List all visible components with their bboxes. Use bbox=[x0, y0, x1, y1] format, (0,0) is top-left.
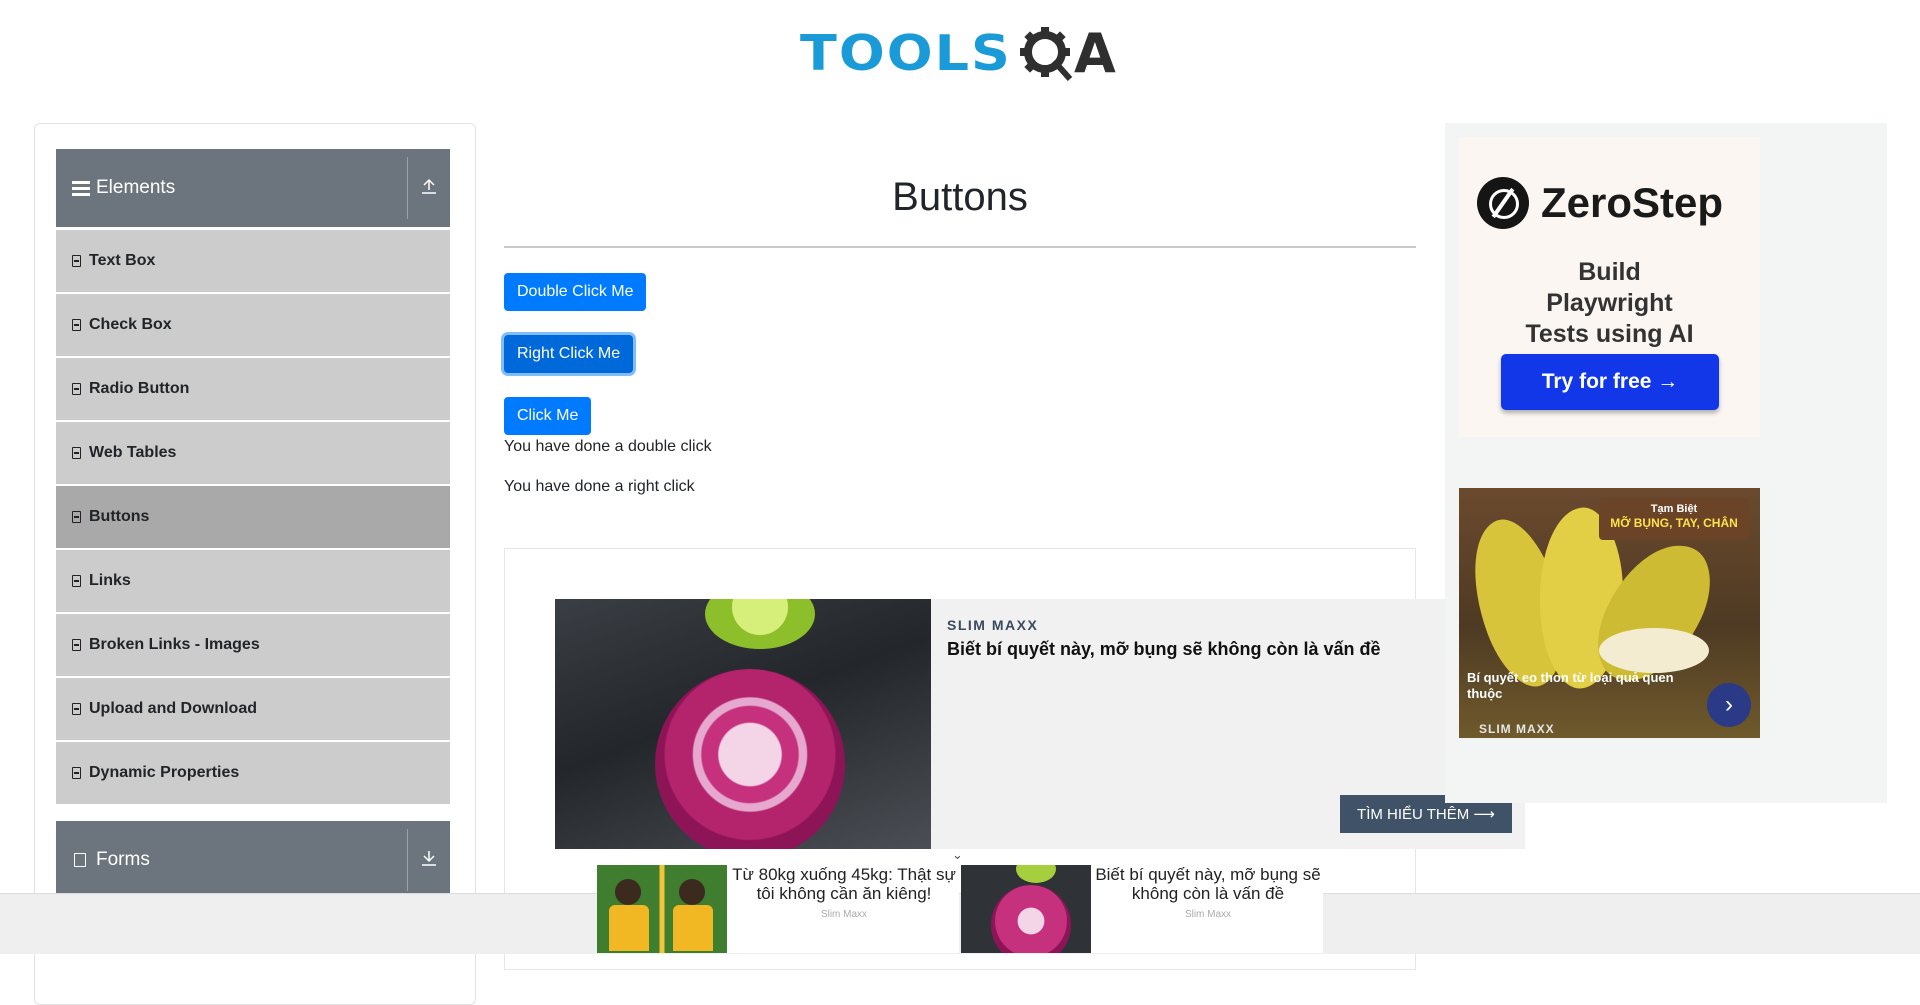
collapse-arrow-icon[interactable] bbox=[408, 177, 450, 200]
right-click-button[interactable]: Right Click Me bbox=[504, 335, 634, 373]
gear-q-icon bbox=[1019, 27, 1073, 81]
html5-icon bbox=[72, 767, 81, 779]
bottom-ad-bar bbox=[0, 893, 1920, 954]
forms-group-title: Forms bbox=[96, 849, 150, 870]
document-icon bbox=[74, 853, 86, 867]
html5-icon bbox=[72, 639, 81, 651]
bottom-ad-text: Từ 80kg xuống 45kg: Thật sự tôi không cầ… bbox=[732, 865, 956, 903]
zerostep-logo-icon bbox=[1477, 177, 1529, 229]
collapse-ad-chevron-icon[interactable]: ⌄ bbox=[952, 847, 963, 863]
chevron-right-icon[interactable]: › bbox=[1707, 683, 1751, 727]
onion-image bbox=[555, 599, 931, 849]
zerostep-subtitle: Build Playwright Tests using AI bbox=[1525, 258, 1694, 348]
sidebar-item-label: Dynamic Properties bbox=[89, 764, 240, 781]
html5-icon bbox=[72, 255, 81, 267]
banana-ad-caption: Bí quyết eo thon từ loại quả quen thuộc bbox=[1467, 670, 1674, 701]
logo-text-qa: A bbox=[1018, 22, 1116, 85]
sidebar-item-label: Upload and Download bbox=[89, 700, 257, 717]
sidebar-item-check-box[interactable]: Check Box bbox=[56, 294, 450, 358]
sidebar-item-links[interactable]: Links bbox=[56, 550, 450, 614]
bottom-ad-text: Biết bí quyết này, mỡ bụng sẽ không còn … bbox=[1095, 865, 1321, 903]
sidebar-item-label: Web Tables bbox=[89, 444, 177, 461]
elements-group-title: Elements bbox=[96, 177, 176, 198]
bottom-ad-brand: Slim Maxx bbox=[1184, 909, 1232, 920]
promo-ad[interactable]: SLIM MAXX Biết bí quyết này, mỡ bụng sẽ … bbox=[555, 599, 1525, 849]
html5-icon bbox=[72, 511, 81, 523]
try-for-free-button[interactable]: Try for free → bbox=[1501, 354, 1719, 410]
logo-text-tools: TOOLS bbox=[800, 24, 1012, 82]
bottom-ad-brand: Slim Maxx bbox=[820, 909, 868, 920]
html5-icon bbox=[72, 703, 81, 715]
sidebar-item-buttons[interactable]: Buttons bbox=[56, 486, 450, 550]
list-icon bbox=[72, 180, 90, 196]
page-title: Buttons bbox=[892, 175, 1028, 219]
html5-icon bbox=[72, 575, 81, 587]
html5-icon bbox=[72, 319, 81, 331]
bottom-ad-image bbox=[597, 865, 727, 953]
double-click-button[interactable]: Double Click Me bbox=[504, 273, 647, 311]
sidebar-item-label: Broken Links - Images bbox=[89, 636, 260, 653]
sidebar-item-broken-links[interactable]: Broken Links - Images bbox=[56, 614, 450, 678]
banana-ad[interactable]: Tạm Biệt MỠ BỤNG, TAY, CHÂN Bí quyết eo … bbox=[1459, 488, 1760, 738]
logo-letter-a: A bbox=[1073, 21, 1116, 85]
html5-icon bbox=[72, 447, 81, 459]
bottom-ad-2[interactable]: Biết bí quyết này, mỡ bụng sẽ không còn … bbox=[961, 863, 1323, 953]
zerostep-logo: ZeroStep bbox=[1477, 177, 1723, 229]
sidebar-item-upload-download[interactable]: Upload and Download bbox=[56, 678, 450, 742]
sidebar-item-radio-button[interactable]: Radio Button bbox=[56, 358, 450, 422]
bottom-ad-1[interactable]: Từ 80kg xuống 45kg: Thật sự tôi không cầ… bbox=[597, 863, 959, 953]
sign-line-2: MỠ BỤNG, TAY, CHÂN bbox=[1610, 516, 1738, 530]
sidebar-item-web-tables[interactable]: Web Tables bbox=[56, 422, 450, 486]
promo-brand: SLIM MAXX bbox=[947, 617, 1039, 633]
banana-ad-brand: SLIM MAXX bbox=[1479, 722, 1555, 736]
sidebar-item-label: Buttons bbox=[89, 508, 150, 525]
promo-headline[interactable]: Biết bí quyết này, mỡ bụng sẽ không còn … bbox=[947, 639, 1507, 660]
zerostep-ad[interactable]: ZeroStep Build Playwright Tests using AI… bbox=[1459, 137, 1760, 437]
sign-line-1: Tạm Biệt bbox=[1650, 503, 1698, 515]
right-click-message: You have done a right click bbox=[504, 478, 695, 495]
toolsqa-logo[interactable]: TOOLS A bbox=[800, 14, 1125, 92]
sidebar-item-label: Check Box bbox=[89, 316, 172, 333]
expand-arrow-icon[interactable] bbox=[408, 849, 450, 872]
double-click-message: You have done a double click bbox=[504, 438, 712, 455]
title-divider bbox=[504, 246, 1416, 248]
zerostep-name: ZeroStep bbox=[1541, 179, 1724, 226]
promo-sign: Tạm Biệt MỠ BỤNG, TAY, CHÂN bbox=[1599, 498, 1749, 540]
sidebar-item-label: Text Box bbox=[89, 252, 156, 269]
click-me-button[interactable]: Click Me bbox=[504, 397, 592, 435]
bottom-ad-image bbox=[961, 865, 1091, 953]
html5-icon bbox=[72, 383, 81, 395]
sidebar-item-label: Links bbox=[89, 572, 131, 589]
sidebar-item-dynamic-properties[interactable]: Dynamic Properties bbox=[56, 742, 450, 806]
elements-group-header[interactable]: Elements bbox=[56, 149, 450, 227]
sidebar-item-text-box[interactable]: Text Box bbox=[56, 230, 450, 294]
forms-group-header[interactable]: Forms bbox=[56, 821, 450, 899]
sidebar-item-label: Radio Button bbox=[89, 380, 190, 397]
